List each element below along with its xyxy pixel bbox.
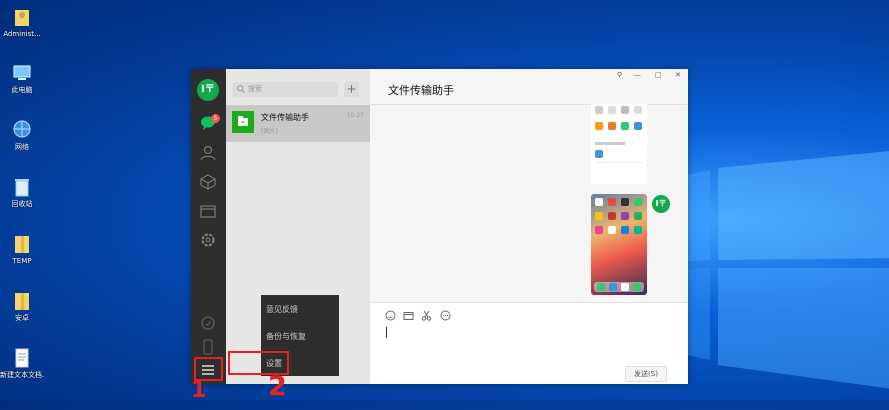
- chat-item-file-transfer[interactable]: 文件传输助手 10:27 [图片]: [226, 105, 370, 142]
- emoji-icon[interactable]: [385, 310, 396, 321]
- network-icon: [13, 120, 31, 138]
- desktop-icon-text-file[interactable]: 新建文本文档.txt: [0, 347, 44, 379]
- mini-program-icon[interactable]: [199, 315, 217, 331]
- image-message-phone-screenshot[interactable]: [591, 194, 647, 295]
- unread-badge: 5: [211, 114, 220, 123]
- folder-icon[interactable]: [403, 310, 414, 321]
- recycle-bin-icon: [15, 179, 29, 197]
- files-folder-icon[interactable]: [199, 203, 217, 219]
- chat-name: 文件传输助手: [261, 113, 309, 122]
- search-input[interactable]: 搜索: [233, 82, 338, 97]
- desktop-icon-label: 回收站: [11, 200, 33, 208]
- desktop-icon-recycle-bin[interactable]: 回收站: [0, 176, 44, 208]
- contacts-icon[interactable]: [199, 145, 217, 161]
- menu-item-backup-restore[interactable]: 备份与恢复: [266, 331, 306, 342]
- text-caret: [386, 327, 387, 338]
- user-avatar[interactable]: I〒: [197, 79, 219, 101]
- chat-preview: [图片]: [261, 128, 278, 135]
- annotation-number-1: 1: [191, 378, 207, 403]
- chat-list-panel: 搜索 + 文件传输助手 10:27 [图片] 意见反馈 备份与恢复 设置: [226, 69, 370, 384]
- folder-icon: [15, 236, 29, 253]
- sender-avatar[interactable]: I〒: [652, 195, 670, 213]
- nav-rail: I〒 5: [191, 69, 226, 384]
- pin-icon[interactable]: ⚲: [617, 71, 622, 79]
- maximize-icon[interactable]: □: [655, 71, 662, 79]
- minimize-icon[interactable]: —: [634, 71, 641, 79]
- text-file-icon: [15, 348, 29, 368]
- desktop-icon-administrator[interactable]: Administ...: [0, 6, 44, 38]
- message-input-area[interactable]: 发送(S): [370, 303, 688, 384]
- image-message-settings-screenshot[interactable]: [591, 104, 647, 184]
- desktop-icon-label: 新建文本文档.txt: [0, 371, 44, 379]
- input-divider: [370, 302, 688, 303]
- scissors-icon[interactable]: [421, 310, 432, 321]
- moments-gear-icon[interactable]: [199, 232, 217, 248]
- chat-main-panel: ⚲ — □ ✕ 文件传输助手 I〒 发送(S): [370, 69, 688, 384]
- file-transfer-icon: [238, 116, 248, 126]
- search-icon: [237, 85, 245, 93]
- desktop-icon-label: 此电脑: [11, 86, 33, 94]
- desktop-icon-android[interactable]: 安卓: [0, 290, 44, 322]
- search-placeholder: 搜索: [248, 85, 262, 93]
- desktop-icon-temp[interactable]: TEMP: [0, 233, 44, 265]
- send-button[interactable]: 发送(S): [625, 366, 667, 382]
- computer-icon: [13, 65, 31, 80]
- desktop-icon-this-pc[interactable]: 此电脑: [0, 62, 44, 94]
- wechat-window: I〒 5 搜索 + 文件传输助手 10:27 [图片] 意见反馈 备份与恢复 设: [191, 69, 688, 384]
- desktop-icon-label: 安卓: [15, 314, 29, 322]
- desktop-icon-label: 网络: [15, 143, 29, 151]
- user-folder-icon: [15, 10, 29, 26]
- desktop-icon-label: Administ...: [3, 30, 41, 38]
- folder-icon: [15, 293, 29, 310]
- menu-item-feedback[interactable]: 意见反馈: [266, 304, 298, 315]
- phone-dock: [594, 282, 644, 292]
- add-button[interactable]: +: [344, 82, 359, 97]
- chat-title: 文件传输助手: [388, 84, 454, 97]
- desktop-icon-network[interactable]: 网络: [0, 119, 44, 151]
- annotation-number-2: 2: [268, 371, 287, 402]
- desktop-icon-label: TEMP: [12, 257, 32, 265]
- close-icon[interactable]: ✕: [675, 71, 681, 79]
- favorites-cube-icon[interactable]: [199, 174, 217, 190]
- file-transfer-avatar: [232, 111, 254, 133]
- chat-history-icon[interactable]: [440, 310, 451, 321]
- chat-time: 10:27: [346, 112, 364, 119]
- phone-icon[interactable]: [199, 339, 217, 355]
